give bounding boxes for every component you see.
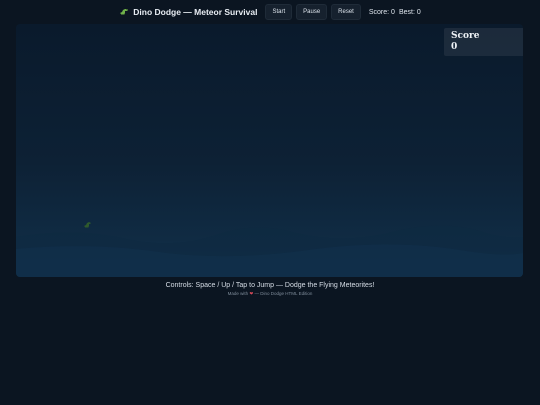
pause-button[interactable]: Pause <box>296 4 328 20</box>
score-readout: Score: 0 Best: 0 <box>369 9 421 16</box>
player-dino-icon <box>84 222 91 228</box>
background-hills <box>16 225 523 277</box>
best-label: Best: <box>398 8 415 16</box>
score-value: 0 <box>391 8 395 16</box>
score-panel-label: Score <box>451 31 480 41</box>
credit-line: Made with ❤ — Dino Dodge HTML Edition <box>0 291 540 297</box>
best-value: 0 <box>416 8 421 16</box>
score-panel-value: 0 <box>451 42 458 52</box>
dino-icon <box>120 9 129 15</box>
score-label: Score: <box>368 8 390 16</box>
reset-button[interactable]: Reset <box>331 4 361 20</box>
credit-suffix: — Dino Dodge HTML Edition <box>254 291 313 296</box>
title-text: Dino Dodge — Meteor Survival <box>133 7 258 17</box>
game-title: Dino Dodge — Meteor Survival <box>119 7 257 17</box>
heart-icon: ❤ <box>249 291 254 296</box>
score-panel: Score 0 <box>444 28 523 56</box>
controls-hint: Controls: Space / Up / Tap to Jump — Dod… <box>165 282 375 289</box>
credit-prefix: Made with <box>227 291 249 296</box>
top-bar: Dino Dodge — Meteor Survival Start Pause… <box>0 0 540 24</box>
start-button[interactable]: Start <box>265 4 293 20</box>
game-canvas[interactable]: Score 0 <box>16 24 523 277</box>
